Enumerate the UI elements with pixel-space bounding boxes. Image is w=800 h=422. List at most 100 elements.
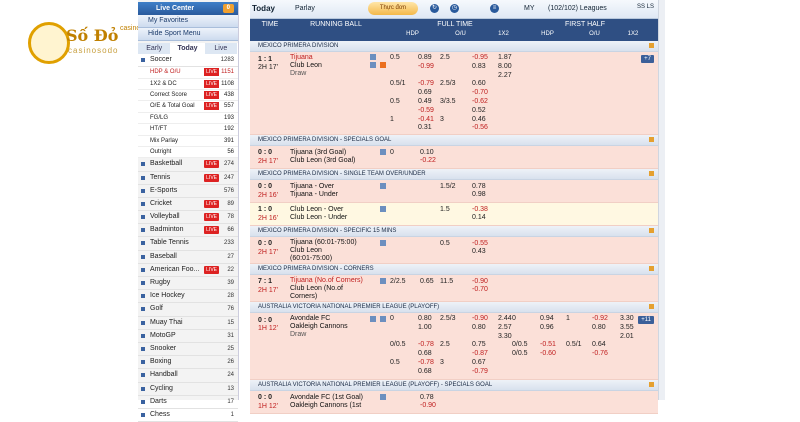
league-toggle-icon[interactable] (649, 228, 654, 233)
soccer-submenu-item[interactable]: FG/LG 193 (138, 113, 238, 125)
odds-value[interactable]: -0.79 (418, 80, 434, 87)
odds-value[interactable]: -0.76 (592, 350, 608, 357)
league-header[interactable]: MEXICO PRIMERA DIVISION - CORNERS (250, 264, 658, 275)
odds-value[interactable]: -0.90 (472, 278, 488, 285)
sport-item[interactable]: Snooker 25 (138, 343, 238, 357)
sport-item[interactable]: Ice Hockey 28 (138, 290, 238, 304)
odds-value[interactable]: 0.52 (472, 107, 486, 114)
sport-item[interactable]: Muay Thai 15 (138, 317, 238, 330)
odds-value[interactable]: 3 (440, 359, 444, 366)
tv-icon[interactable] (370, 62, 376, 68)
sport-item[interactable]: E-Sports 576 (138, 185, 238, 198)
odds-type-select[interactable]: MY (524, 5, 535, 12)
tv-icon[interactable] (380, 316, 386, 322)
odds-value[interactable]: 0.46 (472, 116, 486, 123)
odds-value[interactable]: 0.31 (418, 124, 432, 131)
odds-value[interactable]: 2.57 (498, 324, 512, 331)
leagues-select[interactable]: (102/102) Leagues (548, 5, 607, 12)
odds-value[interactable]: -0.62 (472, 98, 488, 105)
tv-icon[interactable] (380, 183, 386, 189)
odds-value[interactable]: 0.89 (418, 54, 432, 61)
more-markets-button[interactable]: +7 (641, 55, 654, 63)
odds-value[interactable]: -0.79 (472, 368, 488, 375)
league-header[interactable]: MEXICO PRIMERA DIVISION - SPECIFIC 15 MI… (250, 226, 658, 237)
scrollbar[interactable] (658, 0, 665, 400)
odds-value[interactable]: 1 (566, 315, 570, 322)
my-favorites-button[interactable]: My Favorites (138, 15, 238, 28)
sport-item[interactable]: Volleyball LIVE 78 (138, 211, 238, 225)
league-toggle-icon[interactable] (649, 266, 654, 271)
odds-value[interactable]: -0.22 (420, 157, 436, 164)
odds-value[interactable]: 0.96 (540, 324, 554, 331)
league-header[interactable]: AUSTRALIA VICTORIA NATIONAL PREMIER LEAG… (250, 380, 658, 391)
odds-value[interactable]: 0.78 (472, 183, 486, 190)
odds-value[interactable]: -0.59 (418, 107, 434, 114)
odds-value[interactable]: -0.78 (418, 341, 434, 348)
sport-item[interactable]: Tennis LIVE 247 (138, 172, 238, 185)
tab-early[interactable]: Early (138, 43, 172, 54)
sport-item[interactable]: Boxing 26 (138, 356, 238, 370)
sport-item[interactable]: Badminton LIVE 66 (138, 224, 238, 238)
soccer-submenu-item[interactable]: HT/FT 192 (138, 124, 238, 136)
odds-value[interactable]: -0.90 (472, 315, 488, 322)
sport-item[interactable]: Handball 24 (138, 369, 238, 383)
odds-value[interactable]: 0.94 (540, 315, 554, 322)
odds-value[interactable]: 1.00 (418, 324, 432, 331)
stats-icon[interactable] (370, 54, 376, 60)
sport-item[interactable]: MotoGP 31 (138, 330, 238, 343)
odds-value[interactable]: 0.65 (420, 278, 434, 285)
odds-value[interactable]: 2.5 (440, 341, 450, 348)
sort-icon[interactable]: ≡ (490, 4, 499, 13)
soccer-submenu-item[interactable]: 1X2 & DC LIVE 1108 (138, 79, 238, 90)
odds-value[interactable]: -0.56 (472, 124, 488, 131)
favorite-star-icon[interactable] (380, 62, 386, 68)
soccer-submenu-item[interactable]: Correct Score LIVE 438 (138, 90, 238, 102)
tv-icon[interactable] (380, 149, 386, 155)
soccer-submenu-item[interactable]: HDP & O/U LIVE 1151 (138, 67, 238, 79)
odds-value[interactable]: 0.60 (472, 80, 486, 87)
odds-value[interactable]: -0.99 (418, 63, 434, 70)
stats-icon[interactable] (370, 316, 376, 322)
tv-icon[interactable] (380, 240, 386, 246)
sport-item[interactable]: Table Tennis 233 (138, 237, 238, 251)
odds-value[interactable]: -0.41 (418, 116, 434, 123)
odds-value[interactable]: -0.51 (540, 341, 556, 348)
tv-icon[interactable] (380, 206, 386, 212)
odds-value[interactable]: -0.60 (540, 350, 556, 357)
hide-sport-menu-button[interactable]: Hide Sport Menu (138, 28, 238, 41)
sport-item[interactable]: Cycling 13 (138, 383, 238, 396)
odds-value[interactable]: 3.30 (620, 315, 634, 322)
odds-value[interactable]: 0.83 (472, 63, 486, 70)
tab-today[interactable]: Today (171, 43, 205, 54)
menu-pill-button[interactable]: Thực đơn (368, 2, 418, 15)
view-switch[interactable]: SS LS (637, 4, 654, 10)
sport-item[interactable]: Darts 17 (138, 396, 238, 409)
odds-value[interactable]: -0.92 (592, 315, 608, 322)
soccer-submenu-item[interactable]: Outright 56 (138, 147, 238, 159)
odds-value[interactable]: -0.70 (472, 89, 488, 96)
sport-item-soccer[interactable]: Soccer 1283 (138, 54, 238, 68)
sport-item[interactable]: Basketball LIVE 274 (138, 158, 238, 172)
odds-value[interactable]: 0 (512, 315, 516, 322)
odds-value[interactable]: 0.80 (472, 324, 486, 331)
odds-value[interactable]: 0.49 (418, 98, 432, 105)
odds-value[interactable]: 0.68 (418, 350, 432, 357)
league-header[interactable]: MEXICO PRIMERA DIVISION (250, 41, 658, 52)
odds-value[interactable]: 3.30 (498, 333, 512, 340)
odds-value[interactable]: -0.78 (418, 359, 434, 366)
more-markets-button[interactable]: +11 (638, 316, 654, 324)
league-toggle-icon[interactable] (649, 382, 654, 387)
league-toggle-icon[interactable] (649, 137, 654, 142)
league-header[interactable]: MEXICO PRIMERA DIVISION - SINGLE TEAM OV… (250, 169, 658, 180)
odds-value[interactable]: 0.5 (390, 359, 400, 366)
odds-value[interactable]: 0.80 (592, 324, 606, 331)
odds-value[interactable]: -0.90 (420, 402, 436, 409)
sport-item[interactable]: American Foo... LIVE 22 (138, 264, 238, 277)
odds-value[interactable]: 0.10 (420, 149, 434, 156)
league-toggle-icon[interactable] (649, 171, 654, 176)
sport-item[interactable]: Baseball 27 (138, 251, 238, 264)
odds-value[interactable]: 0.69 (418, 89, 432, 96)
odds-value[interactable]: 1.87 (498, 54, 512, 61)
tv-icon[interactable] (380, 394, 386, 400)
odds-value[interactable]: 0.64 (592, 341, 606, 348)
